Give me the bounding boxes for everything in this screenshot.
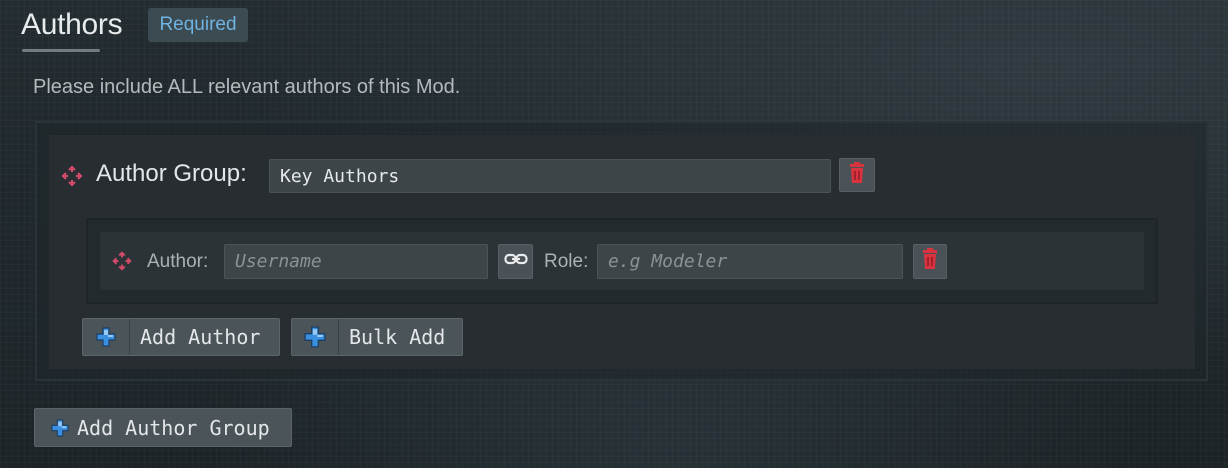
link-icon [503, 252, 528, 271]
required-badge: Required [148, 8, 248, 42]
authors-section: Authors Required Please include ALL rele… [0, 0, 1228, 468]
add-author-group-button[interactable]: Add Author Group [34, 408, 292, 447]
bulk-add-button[interactable]: Bulk Add [291, 318, 463, 356]
bulk-add-label: Bulk Add [349, 325, 446, 349]
plus-icon [83, 319, 130, 355]
author-group-label: Author Group: [96, 160, 247, 187]
title-underline [22, 49, 100, 52]
link-author-button[interactable] [498, 244, 533, 279]
add-author-label: Add Author [140, 325, 261, 349]
move-arrows-icon[interactable] [60, 164, 84, 188]
trash-icon [848, 161, 866, 189]
author-role-input[interactable] [597, 244, 903, 279]
plus-icon [292, 319, 339, 355]
section-title: Authors [21, 8, 123, 41]
author-group-name-input[interactable] [269, 159, 831, 193]
section-description: Please include ALL relevant authors of t… [33, 76, 461, 98]
add-author-group-label: Add Author Group [77, 415, 270, 440]
role-label: Role: [544, 251, 589, 272]
delete-group-button[interactable] [839, 158, 875, 192]
move-arrows-icon[interactable] [111, 250, 133, 272]
trash-icon [921, 248, 939, 275]
add-author-button[interactable]: Add Author [82, 318, 280, 356]
author-username-input[interactable] [224, 244, 488, 279]
plus-icon [35, 409, 73, 446]
delete-author-button[interactable] [913, 244, 947, 279]
author-label: Author: [147, 251, 209, 272]
